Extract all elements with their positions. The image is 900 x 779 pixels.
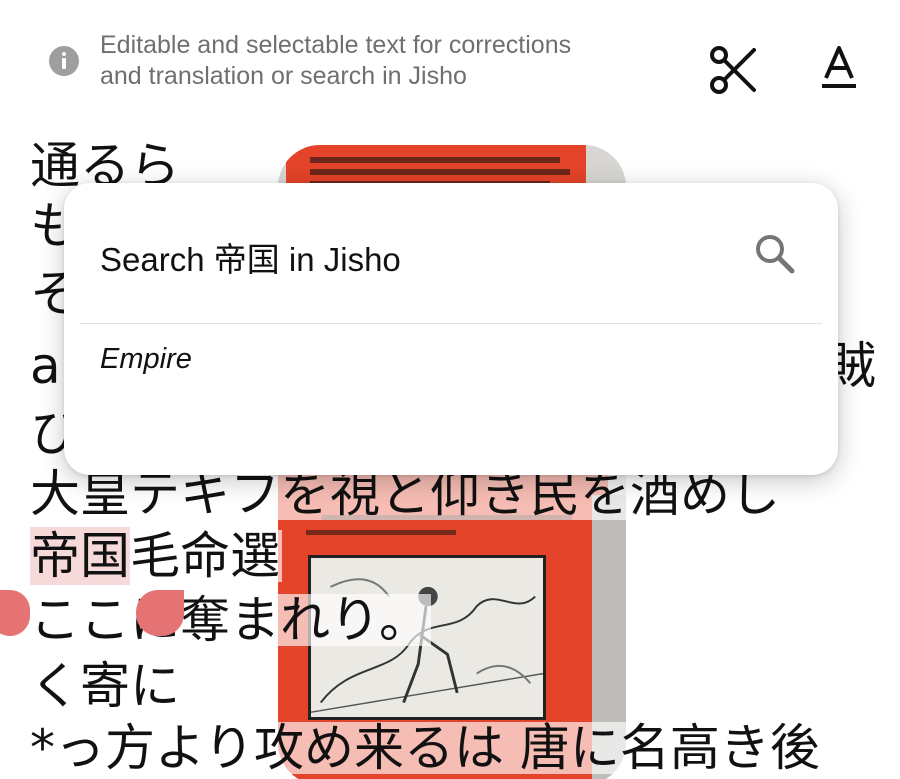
ocr-line-selected-row[interactable]: 帝国毛命選 — [28, 527, 282, 585]
search-icon[interactable] — [752, 231, 798, 277]
ocr-line-rest[interactable]: 毛命選 — [130, 527, 280, 585]
jisho-search-row[interactable]: Search 帝国 in Jisho — [64, 183, 838, 323]
ocr-line[interactable]: 大皇テキフを視と仰き民を酒めし — [28, 468, 782, 520]
selection-handle-end[interactable] — [136, 590, 184, 636]
lookup-popup: Search 帝国 in Jisho Empire — [64, 183, 838, 475]
ocr-line[interactable]: く寄に — [28, 660, 182, 712]
ocr-line[interactable]: ここに奪まれり。 — [28, 594, 431, 646]
selected-text[interactable]: 帝国 — [30, 527, 130, 585]
ocr-line[interactable]: *っ方より攻め来るは 唐に名高き後 — [28, 722, 822, 774]
popup-divider — [80, 323, 822, 324]
jisho-search-label[interactable]: Search 帝国 in Jisho — [100, 233, 401, 281]
translation-text: Empire — [100, 343, 192, 375]
ocr-line[interactable]: a — [28, 340, 63, 392]
